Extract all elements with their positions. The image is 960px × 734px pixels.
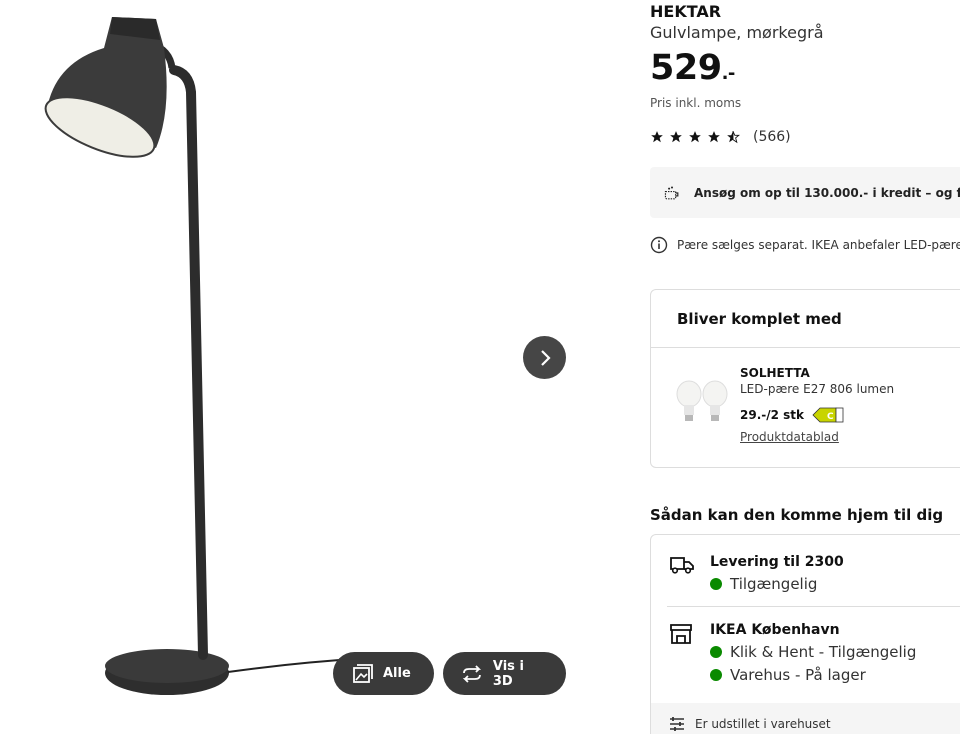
store-icon xyxy=(670,624,692,644)
energy-class: C xyxy=(827,412,834,422)
price-note: Pris inkl. moms xyxy=(650,96,742,110)
showroom-banner[interactable]: Er udstillet i varehuset xyxy=(651,703,960,734)
all-media-button[interactable]: Alle xyxy=(333,652,434,695)
product-gallery: Alle Vis i 3D xyxy=(0,0,610,734)
energy-label-icon[interactable]: C xyxy=(812,406,844,424)
home-delivery-status-text: Tilgængelig xyxy=(730,575,818,593)
combo-title: Bliver komplet med xyxy=(677,310,842,328)
bulb-info: Pære sælges separat. IKEA anbefaler LED-… xyxy=(650,236,960,254)
home-delivery-status: Tilgængelig xyxy=(710,575,817,593)
delivery-options-box: Levering til 2300 Tilgængelig IKEA Køben… xyxy=(650,534,960,734)
product-name: HEKTAR xyxy=(650,2,722,21)
star-icon xyxy=(708,131,720,143)
status-dot xyxy=(710,646,722,658)
showroom-icon xyxy=(670,717,684,731)
divider xyxy=(667,606,960,607)
info-text: Pære sælges separat. IKEA anbefaler LED-… xyxy=(677,238,960,252)
divider xyxy=(651,347,960,348)
product-info-panel: HEKTAR Gulvlampe, mørkegrå 529.- Pris in… xyxy=(650,0,960,734)
combo-item-price: 29.-/2 stk xyxy=(740,408,805,422)
showroom-text: Er udstillet i varehuset xyxy=(695,717,831,731)
credit-icon xyxy=(664,186,679,199)
product-description: Gulvlampe, mørkegrå xyxy=(650,23,824,42)
status-dot xyxy=(710,578,722,590)
product-rating[interactable]: (566) xyxy=(650,129,791,145)
view-3d-label: Vis i 3D xyxy=(492,658,524,689)
bulb-product-image[interactable] xyxy=(675,380,729,424)
star-icon xyxy=(651,131,663,143)
credit-text: Ansøg om op til 130.000.- i kredit – og … xyxy=(694,185,960,200)
all-media-label: Alle xyxy=(383,666,411,681)
rating-count: (566) xyxy=(753,129,791,145)
info-icon xyxy=(650,236,668,254)
next-image-button[interactable] xyxy=(523,336,566,379)
rotate-3d-icon xyxy=(462,664,482,683)
combo-item-name[interactable]: SOLHETTA xyxy=(740,366,810,380)
view-3d-button[interactable]: Vis i 3D xyxy=(443,652,566,695)
combo-item-price-row: 29.-/2 stk C xyxy=(740,406,844,424)
delivery-title: Sådan kan den komme hjem til dig xyxy=(650,506,944,524)
store-status-2: Varehus - På lager xyxy=(710,666,866,684)
chevron-right-icon xyxy=(540,349,551,366)
gallery-icon xyxy=(353,663,373,683)
price-suffix: .- xyxy=(721,63,736,84)
store-status-2-text: Varehus - På lager xyxy=(730,666,866,684)
product-datasheet-link[interactable]: Produktdatablad xyxy=(740,430,839,444)
star-icon xyxy=(670,131,682,143)
home-delivery-label[interactable]: Levering til 2300 xyxy=(710,554,844,570)
store-status-1-text: Klik & Hent - Tilgængelig xyxy=(730,643,917,661)
status-dot xyxy=(710,669,722,681)
price-main: 529 xyxy=(650,48,722,88)
store-label[interactable]: IKEA København xyxy=(710,622,840,638)
product-price: 529.- xyxy=(650,48,735,88)
credit-banner[interactable]: Ansøg om op til 130.000.- i kredit – og … xyxy=(650,167,960,218)
store-status-1: Klik & Hent - Tilgængelig xyxy=(710,643,916,661)
star-icon xyxy=(689,131,701,143)
truck-icon xyxy=(670,557,694,574)
half-star-icon xyxy=(727,130,740,144)
combo-item-description: LED-pære E27 806 lumen xyxy=(740,382,895,396)
product-image[interactable] xyxy=(0,0,610,734)
complete-with-box: Bliver komplet med SOLHETTA LED-pære E27… xyxy=(650,289,960,468)
